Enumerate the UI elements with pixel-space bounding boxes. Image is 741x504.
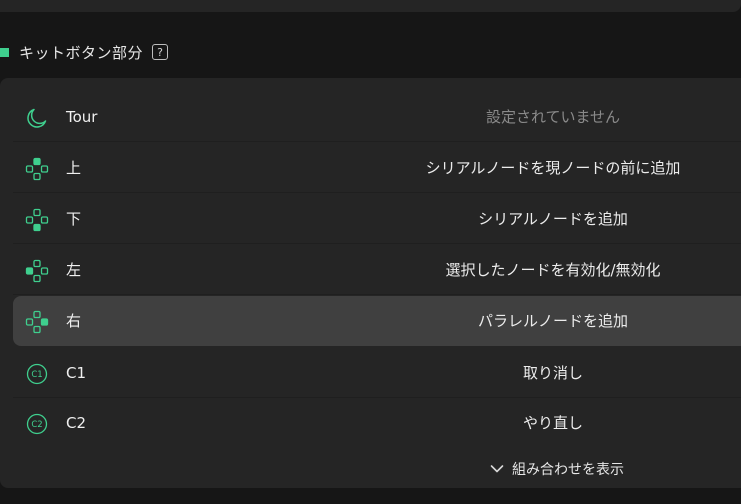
chevron-down-icon	[490, 465, 504, 473]
moon-icon	[27, 108, 47, 128]
row-right[interactable]: 右 パラレルノードを追加	[13, 296, 741, 346]
row-label: 下	[66, 210, 82, 228]
row-c2[interactable]: C2 C2 やり直し	[13, 398, 741, 448]
section-title: キットボタン部分	[19, 43, 144, 62]
row-value: 取り消し	[522, 364, 583, 382]
section-header: キットボタン部分 ?	[0, 40, 169, 64]
dpad-right-icon	[25, 310, 49, 334]
row-tour[interactable]: Tour 設定されていません	[13, 92, 741, 142]
c1-icon-text: C1	[31, 370, 42, 380]
c2-button-icon: C2	[26, 413, 48, 435]
kit-buttons-panel: Tour 設定されていません 上 シリアルノードを現ノードの前に追加 下 シリア…	[0, 78, 741, 488]
row-label: 左	[66, 261, 82, 279]
row-c1[interactable]: C1 C1 取り消し	[13, 348, 741, 398]
dpad-down-icon	[25, 208, 49, 232]
show-combinations-button[interactable]: 組み合わせを表示	[490, 458, 624, 480]
row-value: シリアルノードを現ノードの前に追加	[425, 159, 681, 177]
row-value: やり直し	[522, 414, 583, 432]
c1-button-icon: C1	[26, 363, 48, 385]
row-label: 右	[66, 312, 82, 330]
row-value: パラレルノードを追加	[477, 312, 628, 330]
dpad-up-icon	[25, 157, 49, 181]
section-marker	[0, 47, 9, 57]
row-label: C2	[66, 414, 87, 432]
row-left[interactable]: 左 選択したノードを有効化/無効化	[13, 245, 741, 295]
row-label: C1	[66, 364, 87, 382]
row-value: 選択したノードを有効化/無効化	[445, 261, 661, 279]
show-combinations-label: 組み合わせを表示	[512, 462, 624, 478]
c2-icon-text: C2	[31, 420, 42, 430]
dpad-left-icon	[25, 259, 49, 283]
row-up[interactable]: 上 シリアルノードを現ノードの前に追加	[13, 143, 741, 193]
help-icon[interactable]: ?	[152, 44, 169, 60]
row-label: Tour	[66, 108, 98, 126]
row-label: 上	[66, 159, 82, 177]
row-value: 設定されていません	[485, 108, 621, 126]
row-down[interactable]: 下 シリアルノードを追加	[13, 194, 741, 244]
top-panel	[0, 0, 741, 12]
row-value: シリアルノードを追加	[478, 210, 628, 228]
